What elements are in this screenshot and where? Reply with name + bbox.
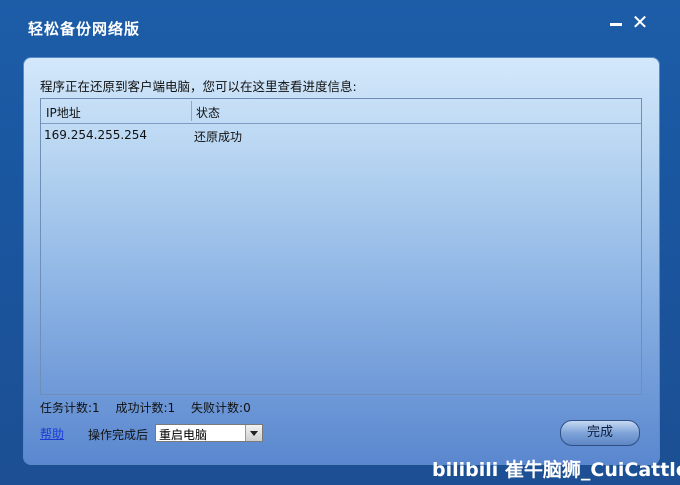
after-completion-select[interactable]: 重启电脑 [155, 424, 263, 442]
cell-ip: 169.254.255.254 [44, 128, 148, 142]
progress-prompt: 程序正在还原到客户端电脑，您可以在这里查看进度信息: [40, 79, 357, 94]
chevron-down-icon[interactable] [245, 425, 262, 441]
progress-list[interactable]: IP地址 状态 169.254.255.254 还原成功 [40, 98, 642, 395]
close-icon[interactable]: ✕ [628, 10, 652, 34]
list-header: IP地址 状态 [41, 99, 641, 124]
table-row[interactable]: 169.254.255.254 还原成功 [41, 127, 641, 145]
cell-status: 还原成功 [194, 130, 243, 144]
content-panel: 程序正在还原到客户端电脑，您可以在这里查看进度信息: IP地址 状态 169.2… [23, 57, 660, 465]
count-summary: 任务计数:1 成功计数:1 失败计数:0 [40, 399, 263, 416]
after-completion-value: 重启电脑 [159, 428, 208, 442]
done-button[interactable]: 完成 [560, 420, 640, 446]
column-separator[interactable] [191, 101, 192, 121]
help-link[interactable]: 帮助 [40, 425, 64, 442]
window-title: 轻松备份网络版 [28, 20, 141, 38]
fail-count: 失败计数:0 [191, 401, 251, 415]
watermark-text: bilibili 崔牛脑狮_CuiCattle [432, 459, 680, 481]
column-header-status[interactable]: 状态 [196, 104, 220, 121]
title-bar: 轻松备份网络版 ✕ [0, 0, 680, 56]
task-count: 任务计数:1 [40, 401, 100, 415]
column-header-ip[interactable]: IP地址 [46, 104, 81, 121]
minimize-icon[interactable] [606, 10, 626, 30]
after-completion-label: 操作完成后 [88, 428, 149, 442]
success-count: 成功计数:1 [115, 401, 176, 415]
